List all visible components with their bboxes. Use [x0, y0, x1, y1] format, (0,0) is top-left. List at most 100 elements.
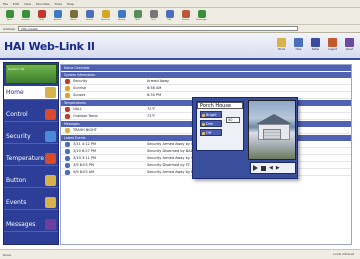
- forward-icon: [21, 10, 30, 18]
- header-logout-button[interactable]: Logout: [326, 38, 339, 51]
- bright-button[interactable]: Bright: [200, 111, 222, 118]
- sidebar-item-events[interactable]: Events: [4, 196, 58, 210]
- unit-name-field[interactable]: Porch House: [197, 102, 243, 109]
- event-label: 3/9 8:03 AM: [73, 170, 95, 174]
- toolbar-search-button[interactable]: Search: [83, 9, 96, 23]
- header-icon-label: Logout: [328, 48, 337, 51]
- favorites-icon: [101, 10, 110, 18]
- history-icon: [117, 10, 126, 18]
- message-status-icon: [65, 128, 70, 133]
- mail-icon: [133, 10, 142, 18]
- control-icon: [45, 109, 56, 120]
- help-icon: [294, 38, 303, 47]
- sidebar-item-label: Temperature: [6, 155, 45, 162]
- header-icon-bar: Home Help Setup Logout About: [275, 38, 356, 51]
- sidebar-item-label: Button: [6, 177, 27, 184]
- toolbar-refresh-button[interactable]: Refresh: [51, 9, 64, 23]
- toolbar-favorites-button[interactable]: Favorites: [99, 9, 112, 23]
- header-help-button[interactable]: Help: [292, 38, 305, 51]
- system-info-status-icon: [65, 93, 70, 98]
- app-logo: HAI Web-Link II: [4, 40, 95, 53]
- header-icon-label: Help: [295, 48, 302, 51]
- sidebar-item-label: Security: [6, 133, 31, 140]
- bright-label: Bright: [206, 113, 217, 117]
- address-bar: Address http://webl/: [0, 25, 360, 33]
- event-label: 3/11 4:12 PM: [73, 142, 97, 146]
- header-icon-label: Setup: [311, 48, 320, 51]
- menu-file[interactable]: File: [3, 2, 8, 6]
- toolbar-label: History: [117, 19, 126, 21]
- toolbar-messenger-button[interactable]: Messenger: [195, 9, 208, 23]
- dim-label: Dim: [206, 122, 214, 126]
- home-icon: [69, 10, 78, 18]
- event-label: 3/10 6:27 PM: [73, 149, 97, 153]
- next-icon[interactable]: ▶: [276, 165, 280, 171]
- message-label: TRASH NIGHT: [73, 128, 97, 132]
- header-home-button[interactable]: Home: [275, 38, 288, 51]
- toolbar-label: Messenger: [196, 19, 207, 21]
- menu-help[interactable]: Help: [67, 2, 74, 6]
- off-button[interactable]: Off: [200, 129, 222, 136]
- toolbar-stop-button[interactable]: Stop: [35, 9, 48, 23]
- messenger-icon: [197, 10, 206, 18]
- system-info-label: Sunset: [73, 93, 86, 97]
- menu-tools[interactable]: Tools: [55, 2, 62, 6]
- temperature-icon: [45, 153, 56, 164]
- toolbar-home-button[interactable]: Home: [67, 9, 80, 23]
- button-icon: [45, 175, 56, 186]
- menu-edit[interactable]: Edit: [13, 2, 19, 6]
- menu-favorites[interactable]: Favorites: [36, 2, 50, 6]
- sidebar-item-messages[interactable]: Messages: [4, 218, 58, 232]
- address-input[interactable]: http://webl/: [17, 26, 298, 31]
- event-status-icon: [65, 170, 70, 175]
- messages-icon: [45, 219, 56, 230]
- toolbar-label: Stop: [39, 19, 44, 21]
- sidebar-item-button[interactable]: Button: [4, 174, 58, 188]
- temperature-value: 72°F: [147, 114, 156, 118]
- toolbar-history-button[interactable]: History: [115, 9, 128, 23]
- toolbar-mail-button[interactable]: Mail: [131, 9, 144, 23]
- play-icon[interactable]: [253, 165, 258, 171]
- toolbar-label: Favorites: [100, 19, 111, 21]
- sidebar-item-security[interactable]: Security: [4, 130, 58, 144]
- toolbar-label: Mail: [135, 19, 140, 21]
- header-about-button[interactable]: About: [343, 38, 356, 51]
- header-icon-label: Home: [277, 48, 286, 51]
- camera-player-controls: ◀ ▶: [250, 162, 296, 174]
- temperature-status-icon: [65, 107, 70, 112]
- toolbar-back-button[interactable]: Back: [3, 9, 16, 23]
- sidebar-item-control[interactable]: Control: [4, 108, 58, 122]
- temperature-label: Outdoor Temp: [73, 114, 98, 118]
- about-icon: [345, 38, 354, 47]
- status-text: Done: [3, 252, 11, 257]
- system-info-row: Security Armed Away: [61, 78, 351, 85]
- header-setup-button[interactable]: Setup: [309, 38, 322, 51]
- system-status-banner: System OK: [5, 64, 57, 84]
- temperature-value: 72°F: [147, 107, 156, 111]
- menu-view[interactable]: View: [24, 2, 31, 6]
- sidebar-item-home[interactable]: Home: [4, 86, 58, 100]
- system-info-status-icon: [65, 79, 70, 84]
- discuss-icon: [181, 10, 190, 18]
- toolbar-edit-button[interactable]: Edit: [163, 9, 176, 23]
- toolbar-discuss-button[interactable]: Discuss: [179, 9, 192, 23]
- system-info-value: Armed Away: [147, 79, 169, 83]
- stop-icon[interactable]: [261, 165, 266, 171]
- system-info-label: Security: [73, 79, 88, 83]
- toolbar-print-button[interactable]: Print: [147, 9, 160, 23]
- event-value: Security Armed Away by SAM: [147, 156, 199, 160]
- level-input[interactable]: 50: [226, 117, 240, 123]
- toolbar-forward-button[interactable]: Forward: [19, 9, 32, 23]
- sidebar-item-label: Control: [6, 111, 28, 118]
- dim-button[interactable]: Dim: [200, 120, 222, 127]
- event-label: 3/9 8:03 PM: [73, 163, 94, 167]
- sidebar-item-temperature[interactable]: Temperature: [4, 152, 58, 166]
- system-info-label: Sunrise: [73, 86, 87, 90]
- house-roof-shape: [256, 114, 292, 124]
- sidebar-item-label: Events: [6, 199, 27, 206]
- previous-icon[interactable]: ◀: [269, 165, 273, 171]
- logout-icon: [328, 38, 337, 47]
- system-info-status-icon: [65, 86, 70, 91]
- address-label: Address: [3, 26, 15, 31]
- toolbar-label: Back: [7, 19, 12, 21]
